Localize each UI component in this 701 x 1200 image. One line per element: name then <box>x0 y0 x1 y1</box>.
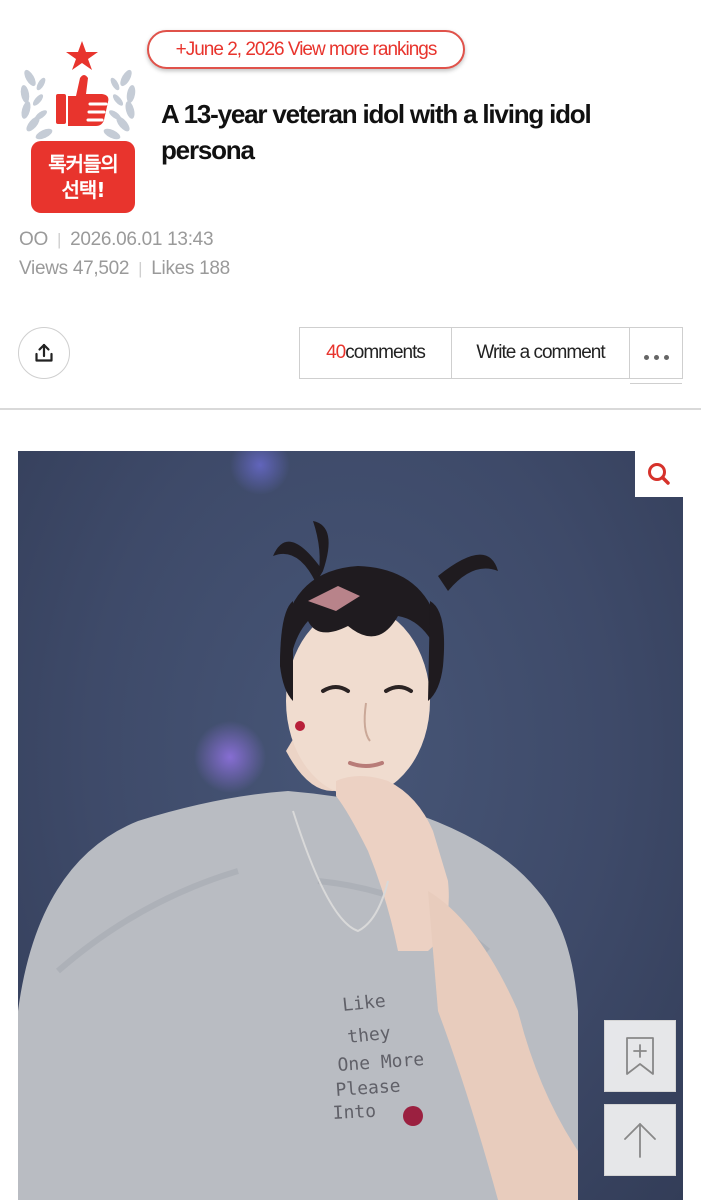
comment-count: 40 <box>326 342 346 363</box>
more-dots-icon <box>643 355 649 360</box>
comment-actions: 40 comments Write a comment <box>299 327 683 384</box>
badge-line-1: 톡커들의 <box>48 152 119 176</box>
more-dots-icon <box>653 355 659 360</box>
choice-badge: 톡커들의 선택! <box>16 38 140 216</box>
post-title: A 13-year veteran idol with a living ido… <box>161 99 592 165</box>
meta-separator: | <box>138 259 143 278</box>
comments-label: comments <box>345 342 426 363</box>
post-author: OO <box>19 229 48 250</box>
scroll-to-top-button[interactable] <box>604 1104 676 1176</box>
bookmark-add-icon <box>626 1037 654 1075</box>
post-meta-stats: Views 47,502 | Likes 188 <box>19 258 230 280</box>
arrow-up-icon <box>624 1123 656 1158</box>
share-upload-icon <box>35 343 53 362</box>
comments-button[interactable]: 40 comments <box>300 328 452 378</box>
photo-zoom-button[interactable] <box>635 451 683 497</box>
share-button[interactable] <box>18 327 70 379</box>
badge-line-2: 선택! <box>61 178 106 202</box>
bookmark-button[interactable] <box>604 1020 676 1092</box>
badge-label: 톡커들의 선택! <box>31 141 135 213</box>
more-dots-icon <box>663 355 669 360</box>
section-divider <box>0 408 701 410</box>
search-icon <box>648 463 670 485</box>
laurel-thumbs-up-icon <box>20 41 136 140</box>
more-options-button[interactable] <box>630 332 682 384</box>
svg-text:Into: Into <box>332 1101 376 1124</box>
write-comment-button[interactable]: Write a comment <box>452 328 630 378</box>
post-photo[interactable]: Like they One More Please Into <box>18 451 683 1200</box>
views-label: Views <box>19 258 68 279</box>
concert-photo-illustration: Like they One More Please Into <box>18 451 578 1200</box>
view-rankings-link[interactable]: +June 2, 2026 View more rankings <box>147 30 465 69</box>
post-datetime: 2026.06.01 13:43 <box>70 229 214 250</box>
post-meta-author-date: OO | 2026.06.01 13:43 <box>19 229 214 251</box>
likes-label: Likes <box>151 258 195 279</box>
meta-separator: | <box>56 230 62 249</box>
views-count: 47,502 <box>72 258 130 279</box>
likes-count: 188 <box>199 258 230 279</box>
